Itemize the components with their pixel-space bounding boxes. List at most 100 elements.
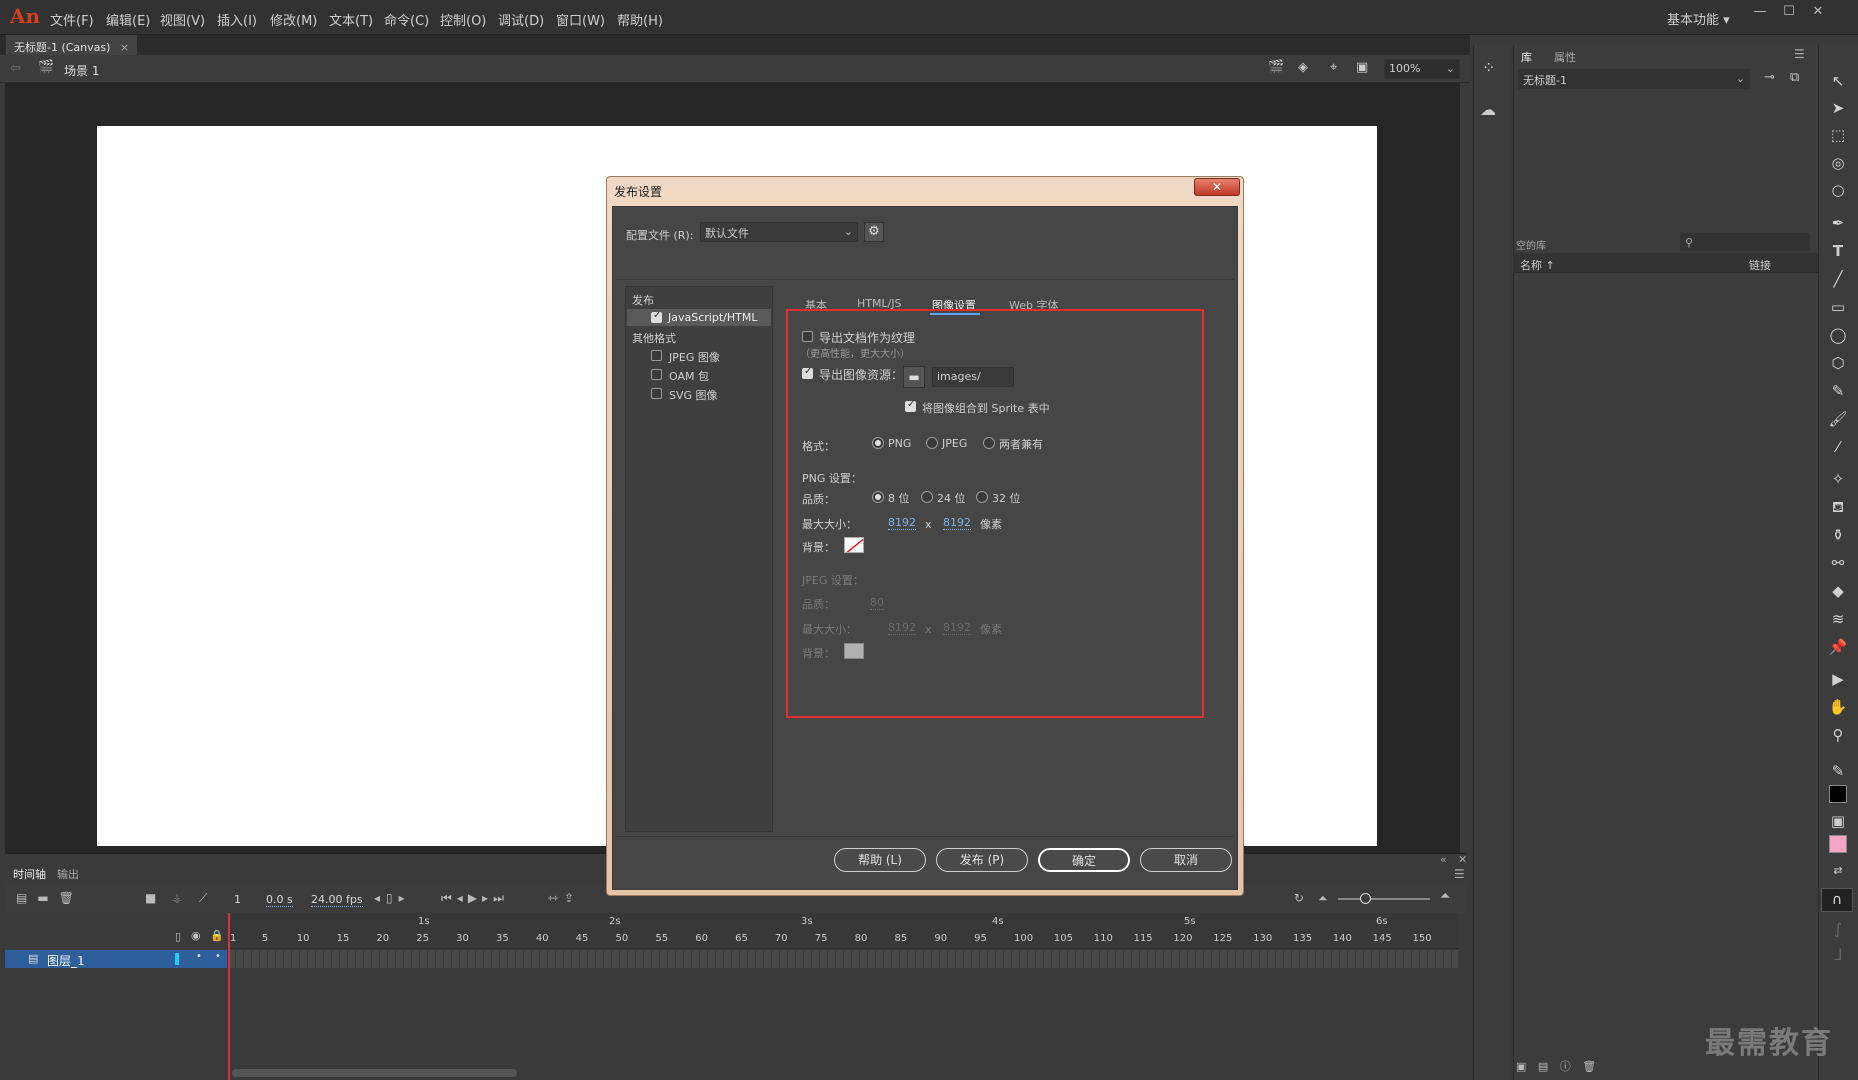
camera-layer-icon[interactable]: ■ <box>145 891 156 905</box>
radio-32bit[interactable] <box>976 491 988 503</box>
timeline-zoom-thumb[interactable] <box>1360 893 1371 904</box>
close-window-icon[interactable]: ✕ <box>1806 4 1830 24</box>
menu-text[interactable]: 文本(T) <box>329 10 373 29</box>
close-panel-icon[interactable]: ✕ <box>1458 853 1467 866</box>
tab-library[interactable]: 库 <box>1521 49 1532 65</box>
zoom-tool-icon[interactable]: ⚲ <box>1826 724 1850 746</box>
layer-visible-dot[interactable]: • <box>196 951 202 962</box>
pen-tool-icon[interactable]: ✒ <box>1826 212 1850 234</box>
label-export-images[interactable]: 导出图像资源： <box>819 366 903 383</box>
current-time[interactable]: 0.0 s <box>266 893 293 907</box>
keyframe-nav-icons[interactable]: ◂▯▸ <box>374 891 411 905</box>
stroke-color-swatch[interactable] <box>1829 785 1847 803</box>
library-search-input[interactable]: ⚲ <box>1680 233 1810 251</box>
document-tab[interactable]: 无标题-1 (Canvas) × <box>6 35 138 55</box>
playback-controls-icons[interactable]: ⏮◂▶▸⏭ <box>441 891 509 906</box>
lock-icon[interactable]: 🔒 <box>210 929 224 942</box>
outline-icon[interactable]: ▯ <box>175 930 181 943</box>
back-arrow-icon[interactable]: ⇦ <box>10 61 21 76</box>
panel-menu-icon[interactable]: ☰ <box>1794 47 1805 61</box>
ink-bottle-icon[interactable]: ⚱ <box>1826 524 1850 546</box>
layer-frames[interactable] <box>228 950 1458 968</box>
expand-timeline-icon[interactable]: ⏶ <box>1440 889 1450 904</box>
tab-timeline[interactable]: 时间轴 <box>13 866 46 882</box>
png-max-height[interactable]: 8192 <box>943 516 971 530</box>
graph-icon[interactable]: ⟋ <box>199 891 207 906</box>
polystar-tool-icon[interactable]: ⬡ <box>1826 352 1850 374</box>
pencil-tool-icon[interactable]: ✎ <box>1826 380 1850 402</box>
scene-label[interactable]: 场景 1 <box>64 62 99 79</box>
edit-symbol-icon[interactable]: ◈ <box>1298 60 1308 75</box>
timeline-zoom-slider[interactable] <box>1338 898 1430 900</box>
menu-view[interactable]: 视图(V) <box>160 10 205 29</box>
layer-buttons-icons[interactable]: ▤▬🗑 <box>16 891 84 905</box>
onion-skin-icons[interactable]: ⇿⇪ <box>548 891 580 905</box>
visibility-eye-icon[interactable]: ◉ <box>191 929 201 942</box>
library-document-select[interactable]: 无标题-1 ⌄ <box>1518 69 1750 89</box>
col-name[interactable]: 名称 ↑ <box>1520 257 1555 273</box>
layer-depth-icon[interactable]: ⚶ <box>172 891 182 905</box>
center-stage-icon[interactable]: ⌖ <box>1330 60 1337 75</box>
col-link[interactable]: 链接 <box>1749 257 1771 273</box>
label-jpeg[interactable]: JPEG <box>942 437 967 450</box>
straighten-icon[interactable]: ᒧ <box>1826 944 1850 966</box>
profile-select[interactable]: 默认文件 ⌄ <box>700 222 858 242</box>
target-oam[interactable]: OAM 包 <box>669 368 709 384</box>
lasso-icon[interactable]: ○ <box>1826 179 1850 201</box>
images-path-input[interactable]: images/ <box>932 367 1014 387</box>
oval-tool-icon[interactable]: ◯ <box>1826 324 1850 346</box>
asset-warp-icon[interactable]: 📌 <box>1826 636 1850 658</box>
eyedropper-icon[interactable]: ⚯ <box>1826 552 1850 574</box>
menu-edit[interactable]: 编辑(E) <box>106 10 150 29</box>
radio-png[interactable] <box>872 437 884 449</box>
timeline-hscroll[interactable] <box>232 1069 517 1077</box>
brush-tool-icon[interactable]: ⁄ <box>1826 436 1850 458</box>
subselection-tool-icon[interactable]: ➤ <box>1826 97 1850 119</box>
camera-tool-icon[interactable]: ▶ <box>1826 668 1850 690</box>
png-background-swatch[interactable] <box>844 537 864 553</box>
profile-gear-icon[interactable]: ⚙ <box>864 222 884 242</box>
radio-24bit[interactable] <box>921 491 933 503</box>
paint-brush-icon[interactable]: 🖌 <box>1826 408 1850 430</box>
tab-properties[interactable]: 属性 <box>1554 49 1576 65</box>
checkbox-jpeg[interactable] <box>651 350 662 361</box>
target-jpeg[interactable]: JPEG 图像 <box>669 349 720 365</box>
fill-color-icon[interactable]: ▣ <box>1826 810 1850 832</box>
text-tool-icon[interactable]: T <box>1826 240 1850 262</box>
timeline-menu-icon[interactable]: ☰ <box>1454 867 1465 881</box>
label-png[interactable]: PNG <box>888 437 911 450</box>
frame-rate[interactable]: 24.00 fps <box>311 893 363 907</box>
collapse-panel-icon[interactable]: « <box>1440 853 1447 866</box>
radio-jpeg[interactable] <box>926 437 938 449</box>
checkbox-export-texture[interactable] <box>802 331 813 342</box>
label-export-texture[interactable]: 导出文档作为纹理 <box>819 329 915 346</box>
snap-magnet-icon[interactable]: ∩ <box>1821 888 1853 912</box>
smooth-icon[interactable]: ∫ <box>1826 918 1850 940</box>
menu-insert[interactable]: 插入(I) <box>217 10 257 29</box>
free-transform-icon[interactable]: ⬚ <box>1826 124 1850 146</box>
line-tool-icon[interactable]: ╱ <box>1826 268 1850 290</box>
library-footer-icons[interactable]: ▣ ▤ ⓘ 🗑 <box>1516 1058 1600 1074</box>
menu-help[interactable]: 帮助(H) <box>617 10 663 29</box>
width-tool-icon[interactable]: ≋ <box>1826 608 1850 630</box>
target-svg[interactable]: SVG 图像 <box>669 387 718 403</box>
ok-button[interactable]: 确定 <box>1038 848 1130 872</box>
menu-window[interactable]: 窗口(W) <box>556 10 605 29</box>
target-js-html[interactable]: JavaScript/HTML <box>668 311 757 324</box>
label-24bit[interactable]: 24 位 <box>937 490 966 506</box>
shrink-timeline-icon[interactable]: ⏶ <box>1318 891 1328 906</box>
3d-rotation-icon[interactable]: ◎ <box>1826 152 1850 174</box>
swap-colors-icon[interactable]: ⇄ <box>1826 860 1850 882</box>
radio-both[interactable] <box>983 437 995 449</box>
menu-modify[interactable]: 修改(M) <box>270 10 317 29</box>
label-combine-sprite[interactable]: 将图像组合到 Sprite 表中 <box>922 400 1050 416</box>
layer-name[interactable]: 图层_1 <box>47 952 85 969</box>
pin-icon[interactable]: ⊸ <box>1764 70 1775 85</box>
png-max-width[interactable]: 8192 <box>888 516 916 530</box>
bone-tool-icon[interactable]: ✧ <box>1826 468 1850 490</box>
radio-8bit[interactable] <box>872 491 884 503</box>
timeline-ruler[interactable] <box>228 913 1458 949</box>
menu-commands[interactable]: 命令(C) <box>384 10 429 29</box>
creative-cloud-icon[interactable]: ☁ <box>1480 100 1496 119</box>
cancel-button[interactable]: 取消 <box>1140 848 1232 872</box>
